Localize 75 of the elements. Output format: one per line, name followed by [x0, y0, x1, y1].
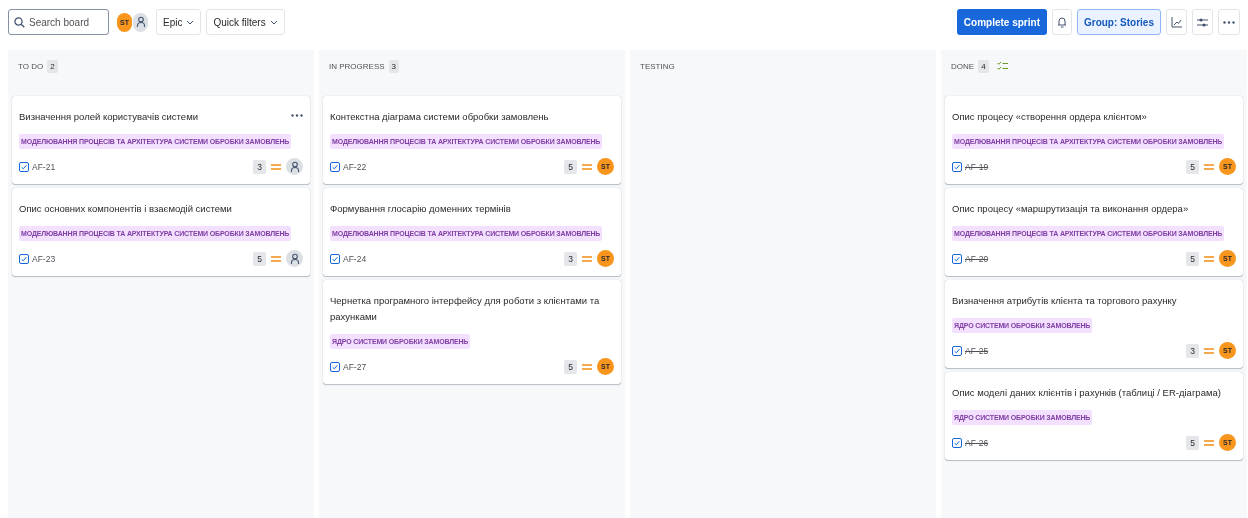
priority-icon — [1204, 439, 1214, 446]
story-points: 5 — [253, 251, 266, 266]
more-icon — [291, 114, 303, 117]
issue-key[interactable]: AF-19 — [965, 161, 989, 172]
checkbox-icon — [330, 161, 340, 172]
issue-title: Опис процесу «створення ордера клієнтом» — [952, 110, 1147, 124]
sliders-icon — [1197, 16, 1208, 28]
checkbox-icon — [952, 253, 962, 264]
priority-icon — [1204, 255, 1214, 262]
priority-icon — [271, 163, 281, 170]
issue-title: Чернетка програмного інтерфейсу для роботи з клієнтами та рахунками — [330, 294, 601, 324]
issue-key[interactable]: AF-26 — [965, 437, 989, 448]
unassigned-avatar[interactable] — [286, 158, 303, 175]
more-icon — [1223, 20, 1235, 24]
issue-key[interactable]: AF-23 — [32, 253, 56, 264]
story-points: 5 — [564, 159, 577, 174]
bell-icon — [1057, 16, 1067, 28]
more-button[interactable] — [1218, 9, 1240, 35]
unassigned-avatar[interactable] — [286, 250, 303, 267]
issue-title: Визначення атрибутів клієнта та торгового рахунку — [952, 294, 1177, 308]
issue-title: Опис моделі даних клієнтів і рахунків (таблиці / ER-діаграма) — [952, 386, 1221, 400]
story-points: 3 — [253, 159, 266, 174]
story-points: 3 — [564, 251, 577, 266]
checkbox-icon — [19, 161, 29, 172]
filter-dropdown[interactable]: Quick filters — [206, 9, 285, 35]
chevron-down-icon — [269, 19, 278, 25]
issue-key[interactable]: AF-21 — [32, 161, 56, 172]
checkbox-icon — [952, 161, 962, 172]
priority-icon — [1204, 347, 1214, 354]
column-title: TESTING — [640, 61, 675, 71]
checkbox-icon — [330, 361, 340, 372]
issue-count: 2 — [47, 59, 58, 73]
story-points: 5 — [564, 359, 577, 374]
view-settings-button[interactable] — [1192, 9, 1213, 35]
issue-key[interactable]: AF-20 — [965, 253, 989, 264]
checkbox-icon — [952, 437, 962, 448]
issue-count: 4 — [978, 59, 989, 73]
filter-dropdown[interactable]: Epic — [156, 9, 202, 35]
checkbox-icon — [19, 253, 29, 264]
priority-icon — [582, 363, 592, 370]
issue-key[interactable]: AF-22 — [343, 161, 367, 172]
issue-key[interactable]: AF-24 — [343, 253, 367, 264]
unassigned-avatar[interactable] — [133, 12, 148, 32]
chevron-down-icon — [186, 19, 195, 25]
story-points: 5 — [1186, 159, 1199, 174]
issue-title: Опис основних компонентів і взаємодій системи — [19, 202, 232, 216]
person-icon — [289, 252, 300, 265]
column-title: TO DO — [18, 61, 44, 71]
person-icon — [289, 160, 300, 173]
group-by-button[interactable]: Group: Stories — [1077, 9, 1161, 35]
column-title: IN PROGRESS — [329, 61, 385, 71]
checklist-icon — [996, 61, 1008, 71]
search-icon — [14, 16, 25, 28]
story-points: 3 — [1186, 343, 1199, 358]
issue-count: 3 — [388, 59, 400, 73]
issue-title: Опис процесу «маршрутизація та виконання ордера» — [952, 202, 1189, 216]
column-title: DONE — [951, 61, 975, 71]
person-icon — [135, 16, 146, 28]
checkbox-icon — [952, 345, 962, 356]
search-field[interactable]: Search board — [8, 9, 109, 35]
notification-button[interactable] — [1052, 9, 1072, 35]
checkbox-icon — [330, 253, 340, 264]
priority-icon — [271, 255, 281, 262]
chart-icon — [1171, 16, 1182, 28]
complete-sprint-button[interactable]: Complete sprint — [956, 9, 1047, 35]
issue-key[interactable]: AF-27 — [343, 361, 367, 372]
issue-key[interactable]: AF-25 — [965, 345, 989, 356]
story-points: 5 — [1186, 251, 1199, 266]
story-points: 5 — [1186, 435, 1199, 450]
priority-icon — [582, 163, 592, 170]
issue-title: Визначення ролей користувачів системи — [19, 110, 198, 124]
issue-title: Контекстна діаграма системи обробки замовлень — [330, 110, 549, 124]
priority-icon — [1204, 163, 1214, 170]
issue-title: Формування глосарію доменних термінів — [330, 202, 511, 216]
priority-icon — [582, 255, 592, 262]
